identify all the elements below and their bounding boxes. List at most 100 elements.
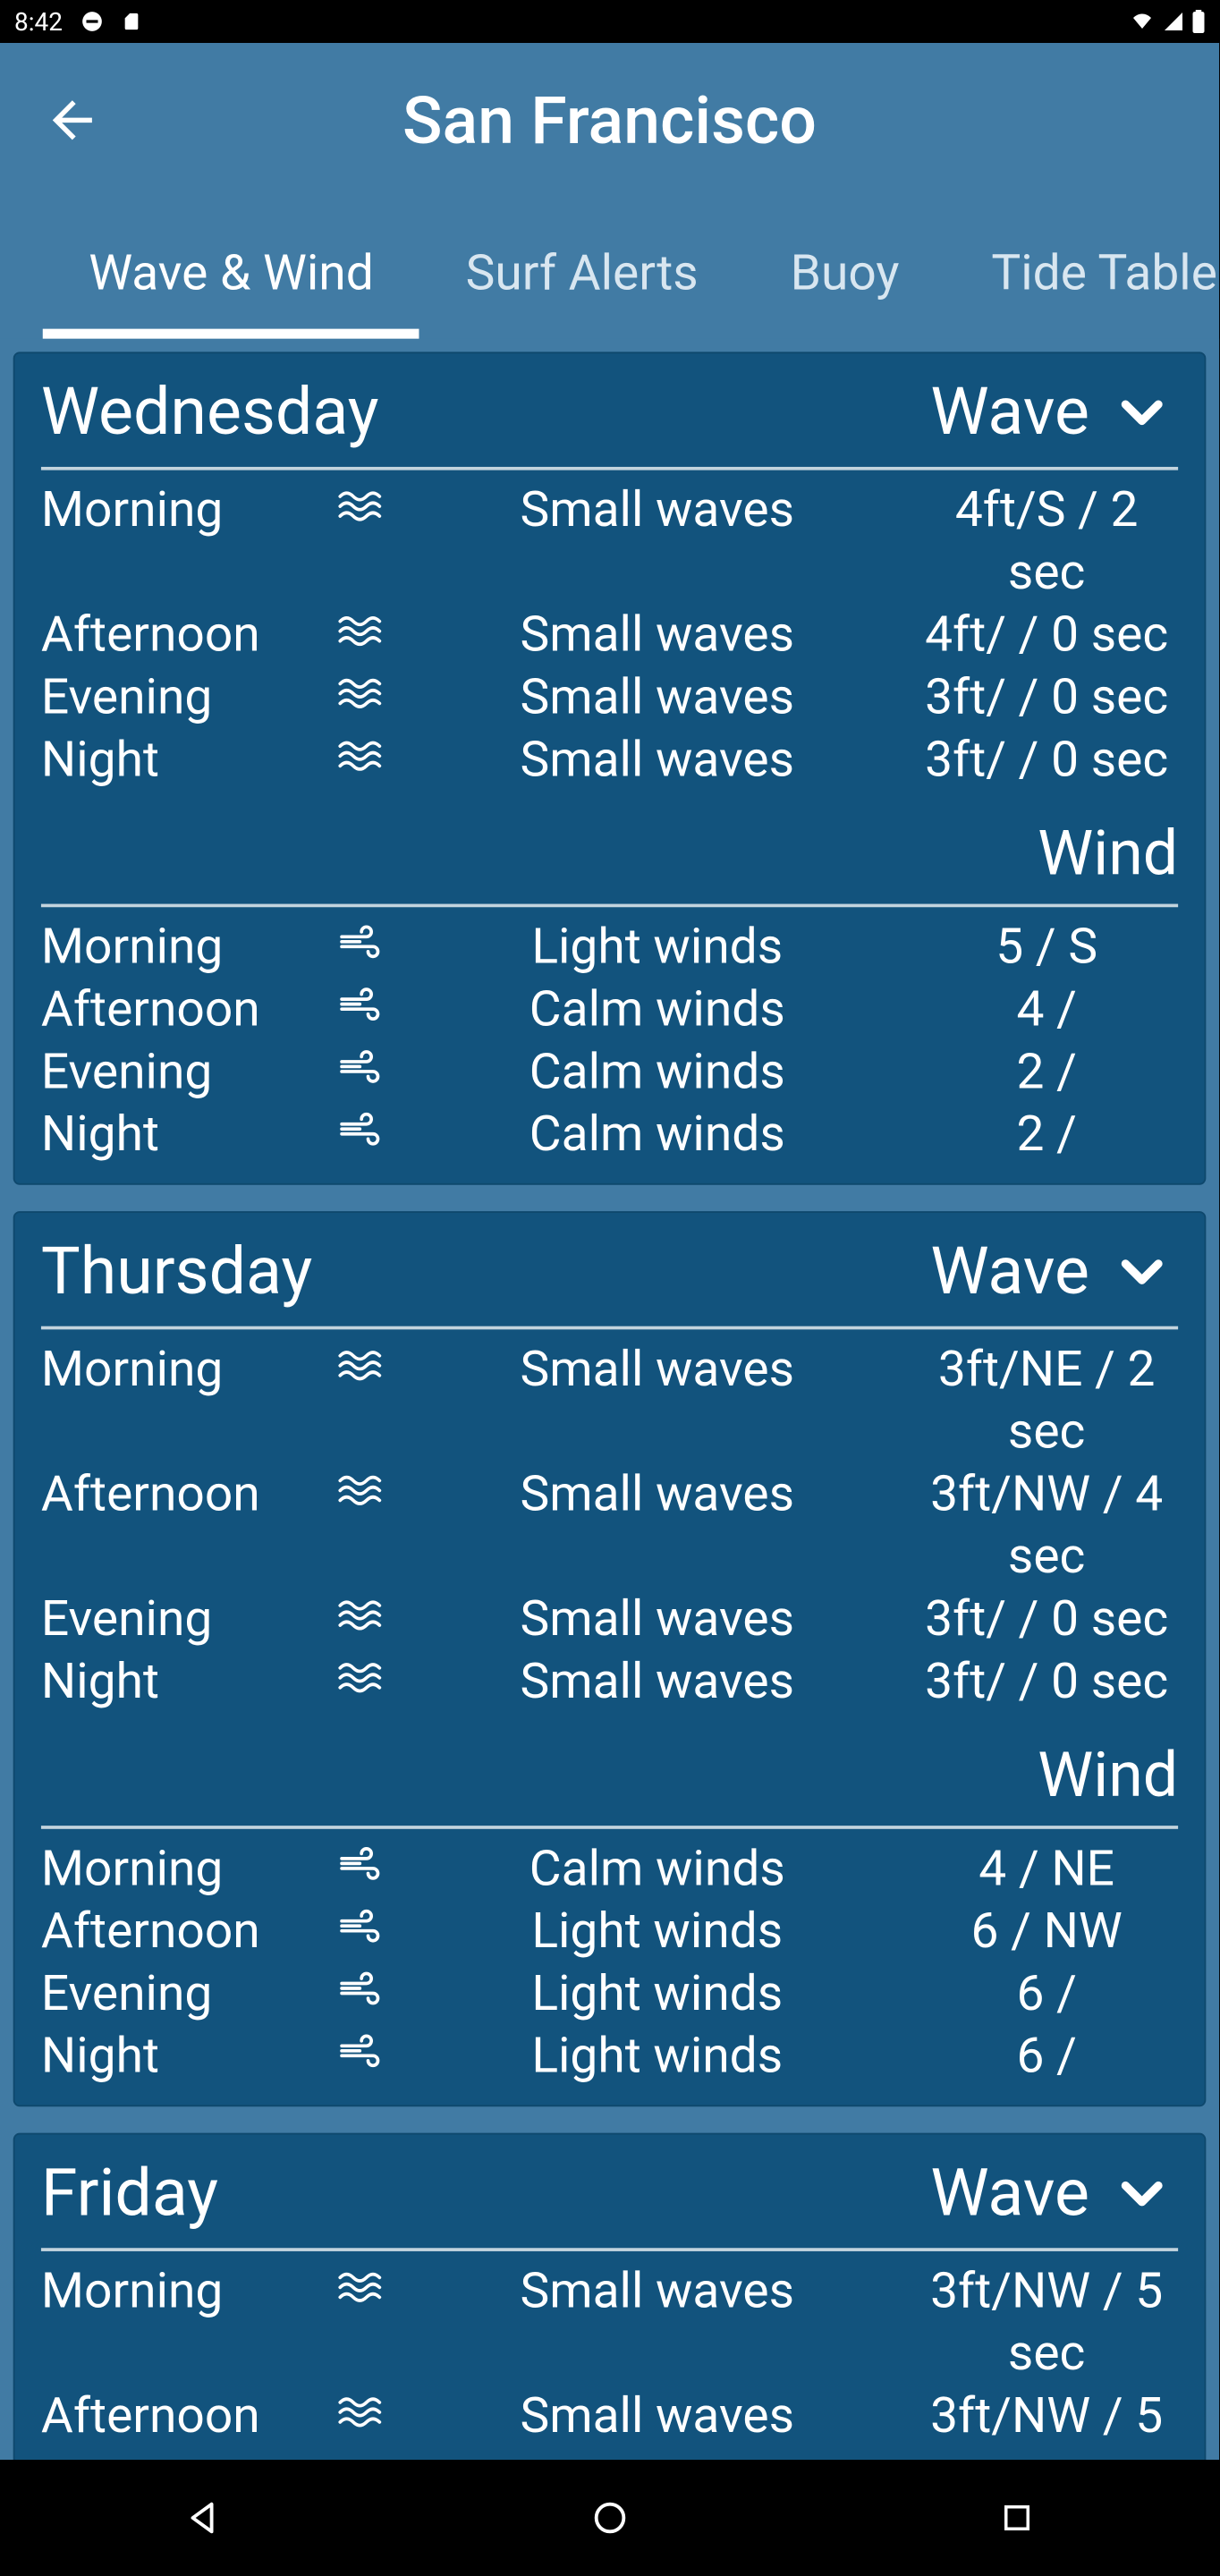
wave-section: MorningSmall waves3ft/NE / 2 secAfternoo…: [15, 1339, 1205, 1730]
wind-icon: [324, 1839, 400, 1882]
condition-text: Small waves: [399, 480, 915, 543]
battery-icon: [1191, 10, 1206, 33]
period-label: Afternoon: [41, 2386, 324, 2449]
condition-text: Small waves: [399, 2261, 915, 2324]
forecast-row: EveningCalm winds2 /: [15, 1042, 1205, 1105]
wind-section: MorningCalm winds4 / NEAfternoonLight wi…: [15, 1839, 1205, 2106]
condition-text: Light winds: [399, 2026, 915, 2089]
nav-back-button[interactable]: [176, 2491, 230, 2545]
wind-icon: [324, 917, 400, 960]
forecast-row: Afternoon Small waves3ft/NW / 4 sec: [15, 1464, 1205, 1589]
period-label: Evening: [41, 667, 324, 730]
value-text: 3ft/ / 0 sec: [915, 730, 1178, 792]
wave-icon: [324, 1651, 400, 1694]
wave-icon: [324, 605, 400, 648]
condition-text: Small waves: [399, 1651, 915, 1714]
period-label: Night: [41, 730, 324, 792]
tab-buoy[interactable]: Buoy: [744, 245, 945, 339]
wave-icon: [324, 1339, 400, 1382]
day-card: WednesdayWave MorningSmall waves4ft/S / 2…: [13, 352, 1207, 1184]
day-card: ThursdayWaveMorningSmall waves3ft/NE / 2…: [13, 1211, 1207, 2106]
value-text: 3ft/ / 0 sec: [915, 667, 1178, 730]
value-text: 4 / NE: [915, 1839, 1178, 1902]
tab-bar: Wave & Wind Surf Alerts Buoy Tide Table: [0, 198, 1219, 339]
period-label: Evening: [41, 1589, 324, 1652]
forecast-row: Night Small waves3ft/ / 0 sec: [15, 730, 1205, 792]
tab-tide-table[interactable]: Tide Table: [945, 245, 1220, 339]
cell-signal-icon: [1163, 11, 1184, 32]
metric-dropdown-label: Wave: [930, 373, 1089, 450]
period-label: Afternoon: [41, 1464, 324, 1527]
day-name: Thursday: [41, 1233, 312, 1309]
value-text: 2 /: [915, 1105, 1178, 1167]
value-text: 3ft/NW / 4 sec: [915, 1464, 1178, 1589]
wind-icon: [324, 2026, 400, 2069]
condition-text: Light winds: [399, 1963, 915, 2026]
wave-section: MorningSmall waves4ft/S / 2 secAfternoon…: [15, 480, 1205, 809]
forecast-row: AfternoonSmall waves4ft/ / 0 sec: [15, 605, 1205, 667]
value-text: 2 /: [915, 1042, 1178, 1105]
day-header[interactable]: ThursdayWave: [15, 1213, 1205, 1317]
value-text: 3ft/ / 0 sec: [915, 1651, 1178, 1714]
day-header[interactable]: WednesdayWave: [15, 353, 1205, 457]
day-header[interactable]: FridayWave: [15, 2135, 1205, 2239]
wind-icon: [324, 1105, 400, 1148]
wave-icon: [324, 667, 400, 710]
tab-wave-wind[interactable]: Wave & Wind: [43, 245, 419, 339]
wind-icon: [324, 1042, 400, 1085]
app-root: San Francisco Wave & Wind Surf Alerts Bu…: [0, 43, 1219, 2576]
forecast-row: MorningSmall waves4ft/S / 2 sec: [15, 480, 1205, 606]
period-label: Morning: [41, 1839, 324, 1902]
forecast-row: MorningSmall waves3ft/NE / 2 sec: [15, 1339, 1205, 1464]
wave-icon: [324, 1464, 400, 1507]
condition-text: Small waves: [399, 1339, 915, 1402]
forecast-row: NightCalm winds2 /: [15, 1105, 1205, 1167]
page-title: San Francisco: [33, 81, 1187, 158]
value-text: 3ft/NE / 2 sec: [915, 1339, 1178, 1464]
period-label: Night: [41, 1651, 324, 1714]
period-label: Night: [41, 2026, 324, 2089]
condition-text: Small waves: [399, 1589, 915, 1652]
nav-recent-button[interactable]: [990, 2491, 1044, 2545]
chevron-down-icon: [1106, 376, 1178, 448]
condition-text: Small waves: [399, 667, 915, 730]
forecast-row: Night Small waves3ft/ / 0 sec: [15, 1651, 1205, 1714]
value-text: 6 /: [915, 1963, 1178, 2026]
forecast-list: WednesdayWave MorningSmall waves4ft/S / 2…: [0, 339, 1219, 2576]
forecast-row: Evening Small waves3ft/ / 0 sec: [15, 1589, 1205, 1652]
forecast-row: AfternoonLight winds6 / NW: [15, 1902, 1205, 1964]
wifi-icon: [1129, 11, 1156, 32]
day-name: Friday: [41, 2155, 218, 2232]
wave-icon: [324, 2386, 400, 2429]
system-nav-bar: [0, 2460, 1220, 2576]
nav-home-button[interactable]: [583, 2491, 637, 2545]
period-label: Afternoon: [41, 1902, 324, 1964]
condition-text: Calm winds: [399, 1105, 915, 1167]
tab-surf-alerts[interactable]: Surf Alerts: [419, 245, 744, 339]
condition-text: Small waves: [399, 1464, 915, 1527]
forecast-row: MorningCalm winds4 / NE: [15, 1839, 1205, 1902]
divider: [41, 2248, 1178, 2251]
wind-section-title: Wind: [15, 809, 1205, 894]
wind-section: Morning Light winds5 / S Afternoon Calm win…: [15, 917, 1205, 1183]
value-text: 3ft/ / 0 sec: [915, 1589, 1178, 1652]
period-label: Morning: [41, 917, 324, 979]
forecast-row: Afternoon Calm winds4 /: [15, 979, 1205, 1042]
condition-text: Small waves: [399, 730, 915, 792]
period-label: Afternoon: [41, 979, 324, 1042]
forecast-row: Night Light winds6 /: [15, 2026, 1205, 2089]
status-bar: 8:42: [0, 0, 1220, 43]
value-text: 4ft/ / 0 sec: [915, 605, 1178, 667]
condition-text: Small waves: [399, 2386, 915, 2449]
value-text: 5 / S: [915, 917, 1178, 979]
value-text: 6 /: [915, 2026, 1178, 2089]
wave-icon: [324, 730, 400, 773]
period-label: Evening: [41, 1963, 324, 2026]
value-text: 3ft/NW / 5 sec: [915, 2261, 1178, 2386]
chevron-down-icon: [1106, 1235, 1178, 1308]
condition-text: Light winds: [399, 917, 915, 979]
divider: [41, 1326, 1178, 1330]
condition-text: Calm winds: [399, 979, 915, 1042]
value-text: 4 /: [915, 979, 1178, 1042]
forecast-row: Evening Light winds6 /: [15, 1963, 1205, 2026]
